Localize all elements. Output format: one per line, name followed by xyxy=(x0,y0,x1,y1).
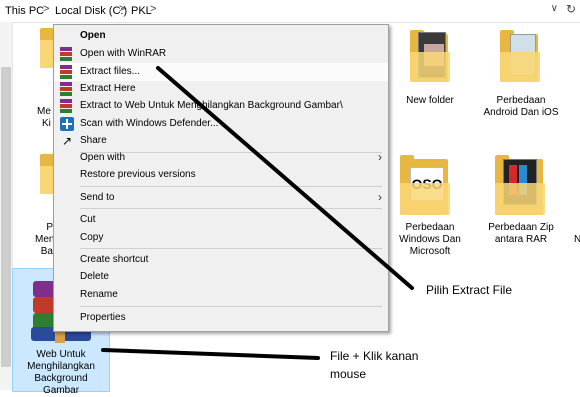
annotation-pilih-extract: Pilih Extract File xyxy=(426,283,513,297)
annotation-lines xyxy=(101,66,414,360)
annotation-line-file xyxy=(101,348,320,360)
annotation-line-extract xyxy=(156,66,414,290)
annotation-file-klik: File + Klik kanan mouse xyxy=(330,349,419,381)
